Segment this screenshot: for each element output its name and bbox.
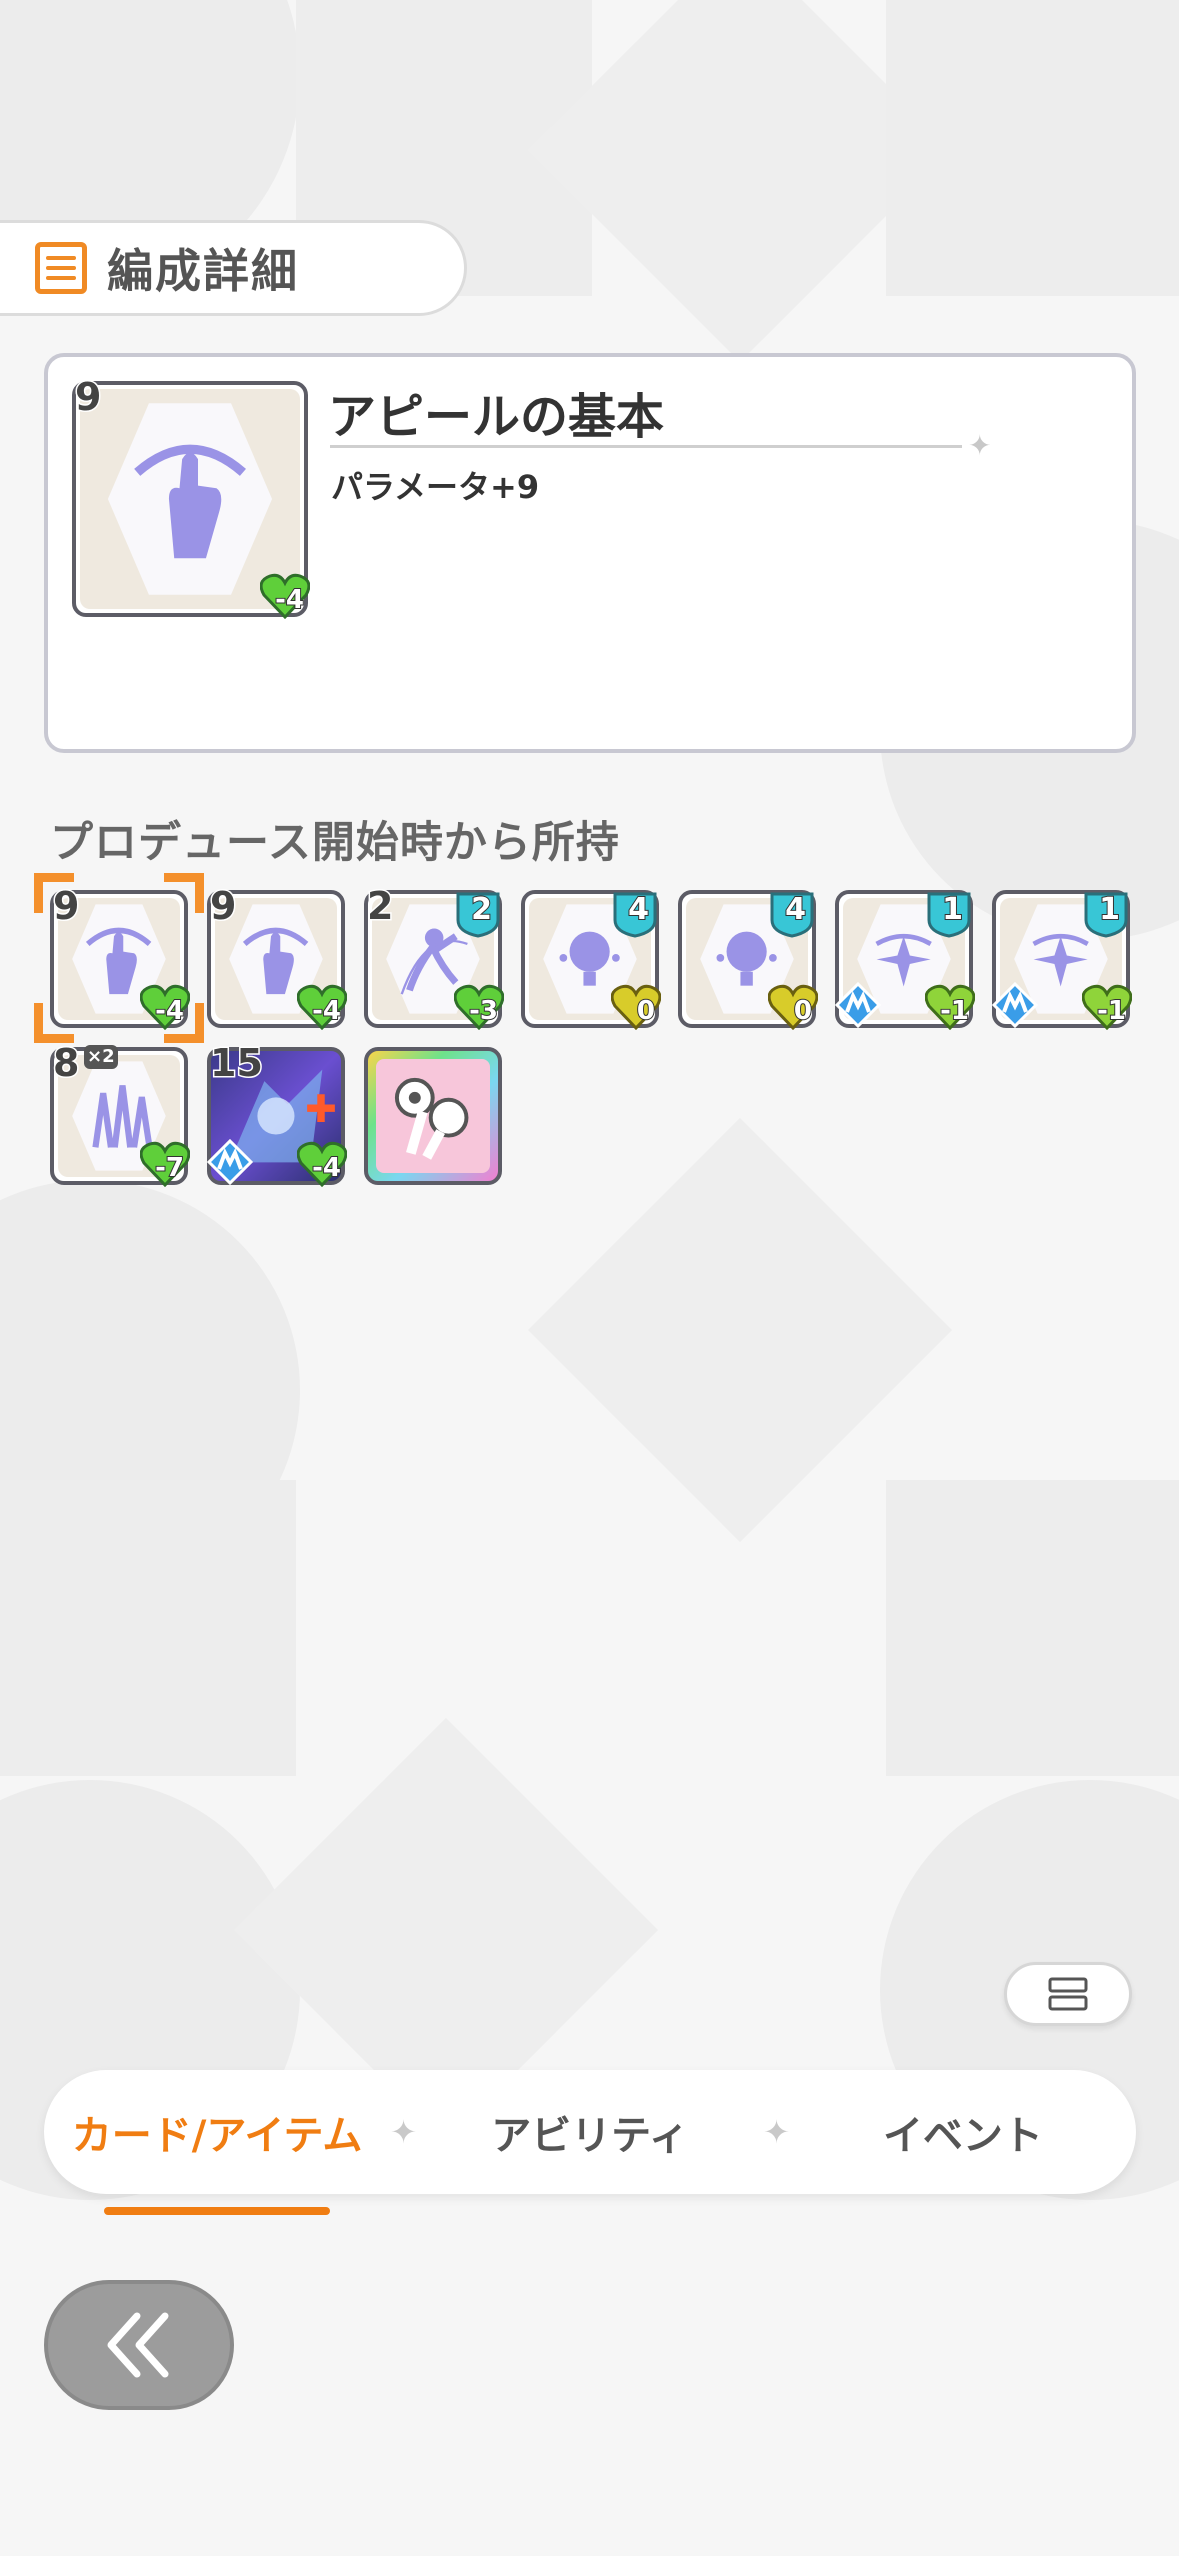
appeal-hand-icon <box>134 444 246 559</box>
card-badge: 1 <box>1098 891 1121 928</box>
card-level: 9 <box>208 883 238 930</box>
card-name: アピールの基本 <box>328 389 665 445</box>
card-badge: 2 <box>470 891 493 928</box>
card-level: 8 <box>51 1040 81 1087</box>
card-cost: -7 <box>154 1152 185 1184</box>
mental-icon <box>206 1138 254 1186</box>
card-level: 2 <box>365 883 395 930</box>
card-detail-panel: 9 -4 アピールの基本 ✦ パラメータ+9 <box>44 353 1136 753</box>
card-4[interactable]: 4 0 <box>521 890 662 1031</box>
earphones-icon <box>395 1078 469 1161</box>
page-title: 編成詳細 <box>107 244 299 298</box>
card-cost: -4 <box>274 584 305 616</box>
card-cost: 0 <box>793 995 813 1027</box>
card-6[interactable]: 1 -1 <box>834 890 976 1031</box>
times-badge: ×2 <box>84 1045 118 1069</box>
sparkle-icon: ✦ <box>763 2113 790 2151</box>
mental-icon <box>991 981 1039 1029</box>
card-badge: 1 <box>941 891 964 928</box>
card-badge: 4 <box>784 891 807 928</box>
double-chevron-left-icon <box>107 2312 169 2378</box>
card-cost: -3 <box>468 995 499 1027</box>
card-3[interactable]: 2 2 -3 <box>364 883 505 1031</box>
mental-icon <box>834 981 882 1029</box>
bottom-tab-bar: カード/アイテム ✦ アビリティ ✦ イベント <box>44 2070 1136 2215</box>
tab-cards-items[interactable]: カード/アイテム <box>44 2103 390 2215</box>
card-7[interactable]: 1 -1 <box>991 890 1133 1031</box>
tab-abilities[interactable]: アビリティ <box>417 2103 763 2161</box>
card-badge: 4 <box>627 891 650 928</box>
card-cost: -4 <box>311 995 342 1027</box>
card-8[interactable]: 8 ×2 -7 <box>50 1040 191 1188</box>
list-icon <box>35 242 87 294</box>
formation-details-header: 編成詳細 <box>0 220 467 316</box>
layout-icon <box>1048 1977 1088 2011</box>
card-cost: -1 <box>1096 995 1127 1027</box>
card-cost: -4 <box>311 1152 342 1184</box>
tab-events[interactable]: イベント <box>790 2103 1136 2161</box>
card-cost: 0 <box>636 995 656 1027</box>
section-title: プロデュース開始時から所持 <box>50 818 620 868</box>
plus-icon: ✚ <box>305 1087 337 1131</box>
view-toggle-button[interactable] <box>1004 1962 1132 2026</box>
back-button[interactable] <box>44 2280 234 2410</box>
card-cost: -1 <box>939 995 970 1027</box>
card-9[interactable]: 15 ✚ -4 <box>206 1040 348 1188</box>
card-level: 15 <box>209 1040 265 1087</box>
card-description: パラメータ+9 <box>331 468 540 506</box>
selected-card-image: 9 -4 <box>72 374 311 620</box>
sparkle-icon: ✦ <box>968 429 992 462</box>
sparkle-icon: ✦ <box>390 2113 417 2151</box>
item-earphones[interactable] <box>364 1047 502 1185</box>
card-appeal-basic-2[interactable]: 9 -4 <box>207 883 348 1031</box>
selection-cursor <box>34 873 204 1043</box>
divider <box>330 445 962 448</box>
card-5[interactable]: 4 0 <box>678 890 819 1031</box>
card-level: 9 <box>73 374 103 421</box>
